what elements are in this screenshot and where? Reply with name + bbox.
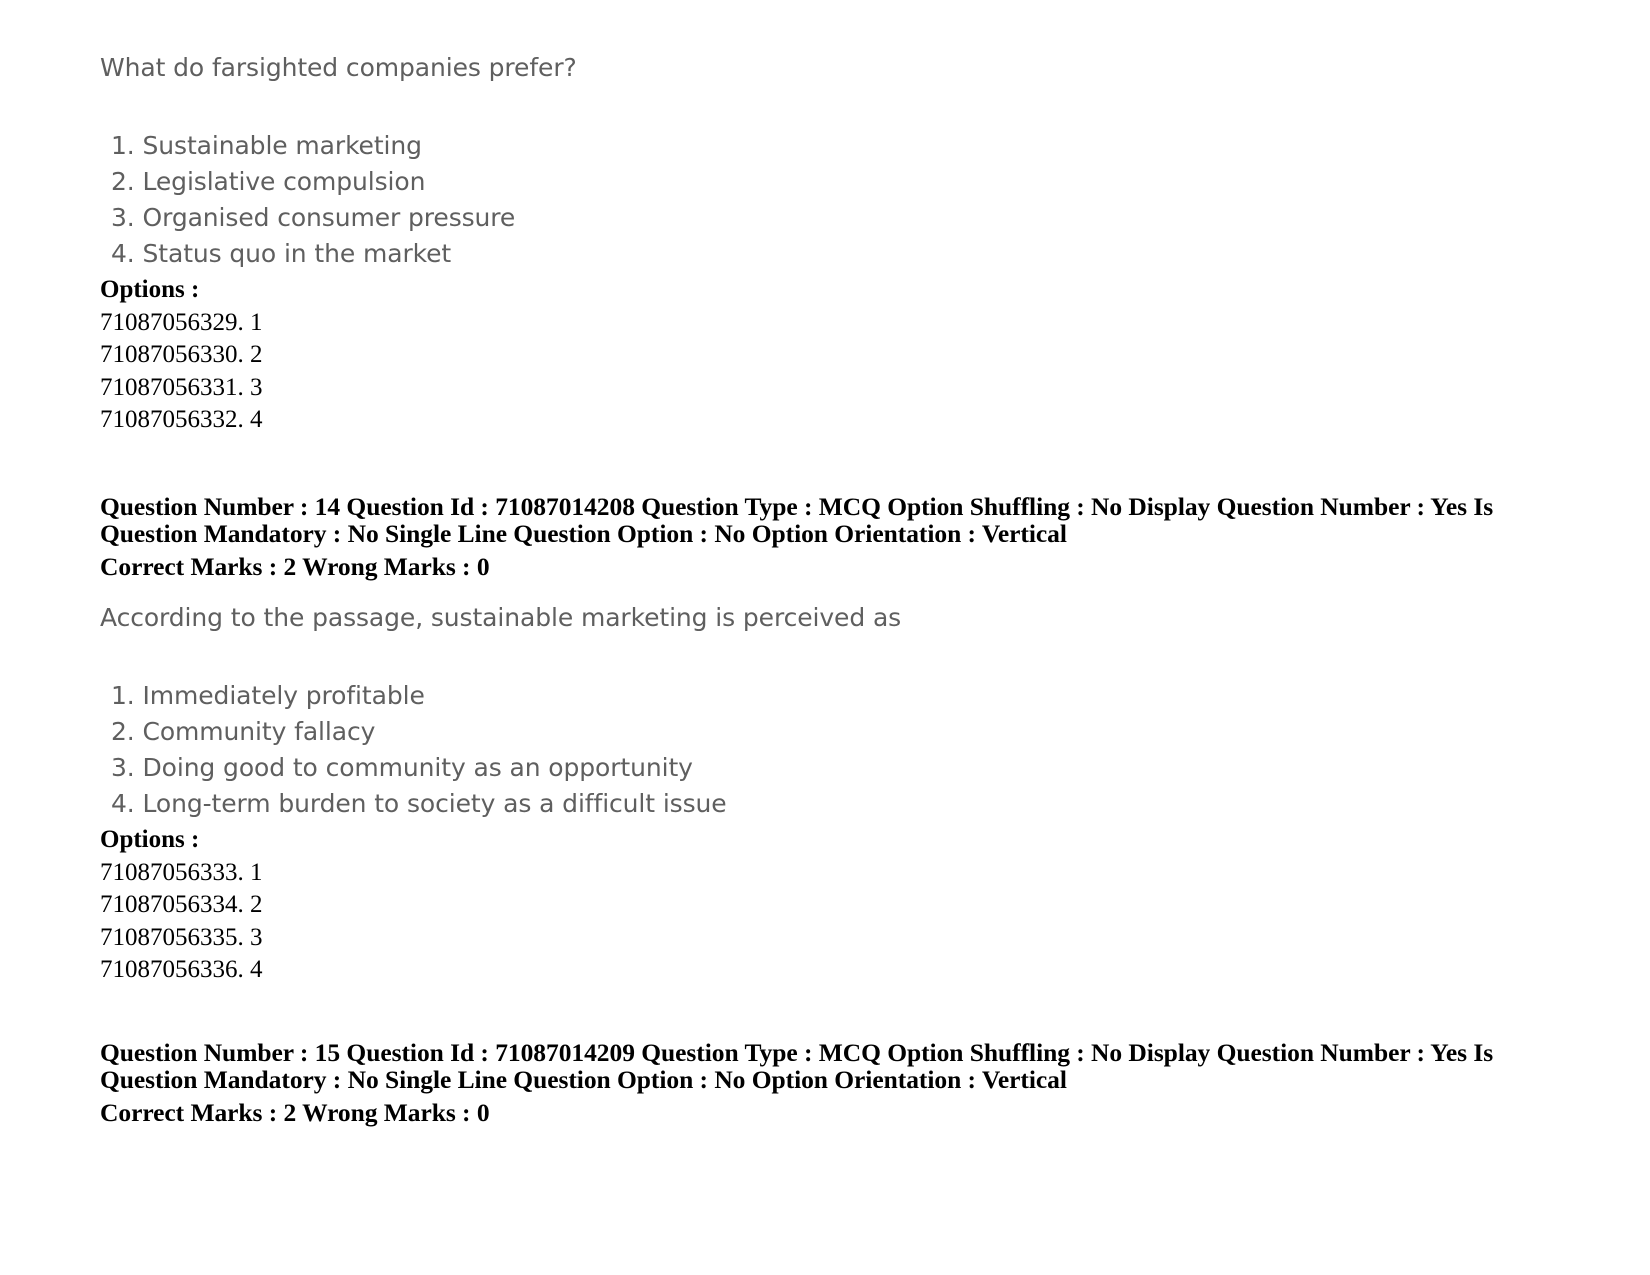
option-id-item: 71087056329. 1 xyxy=(100,308,263,336)
choice-item: 2. Community fallacy xyxy=(111,717,376,747)
choice-item: 1. Sustainable marketing xyxy=(111,131,422,160)
question-stem: According to the passage, sustainable ma… xyxy=(100,603,902,633)
option-id-item: 71087056336. 4 xyxy=(100,956,263,984)
question-metadata-line: Question Number : 14 Question Id : 71087… xyxy=(100,491,1494,549)
option-id-list: 71087056333. 1 71087056334. 2 7108705633… xyxy=(100,857,1550,987)
exam-question-paper-page: What do farsighted companies prefer? 1. … xyxy=(0,0,1650,1275)
question-choice-list: 1. Immediately profitable 2. Community f… xyxy=(100,678,1550,822)
question-choice-list: 1. Sustainable marketing 2. Legislative … xyxy=(100,128,1550,272)
options-label: Options : xyxy=(100,276,200,303)
choice-item: 3. Doing good to community as an opportu… xyxy=(111,753,693,783)
question-stem: What do farsighted companies prefer? xyxy=(100,53,577,82)
option-id-item: 71087056332. 4 xyxy=(100,406,263,433)
choice-item: 4. Status quo in the market xyxy=(111,239,452,268)
question-block-1: What do farsighted companies prefer? 1. … xyxy=(100,52,1550,437)
choice-item: 4. Long-term burden to society as a diff… xyxy=(111,789,727,819)
options-label: Options : xyxy=(100,826,200,854)
option-id-item: 71087056330. 2 xyxy=(100,341,263,368)
question-marks-line: Correct Marks : 2 Wrong Marks : 0 xyxy=(100,1097,490,1127)
option-id-item: 71087056335. 3 xyxy=(100,923,263,951)
question-marks-line: Correct Marks : 2 Wrong Marks : 0 xyxy=(100,551,490,581)
question-metadata-block: Question Number : 15 Question Id : 71087… xyxy=(100,1037,1550,1127)
question-metadata-line: Question Number : 15 Question Id : 71087… xyxy=(100,1037,1494,1095)
question-block-2: According to the passage, sustainable ma… xyxy=(100,602,1550,987)
option-id-item: 71087056334. 2 xyxy=(100,891,263,919)
option-id-item: 71087056331. 3 xyxy=(100,373,263,401)
option-id-item: 71087056333. 1 xyxy=(100,858,263,886)
choice-item: 2. Legislative compulsion xyxy=(111,167,426,196)
choice-item: 3. Organised consumer pressure xyxy=(111,203,516,232)
choice-item: 1. Immediately profitable xyxy=(111,681,425,711)
option-id-list: 71087056329. 1 71087056330. 2 7108705633… xyxy=(100,307,1550,437)
question-metadata-block: Question Number : 14 Question Id : 71087… xyxy=(100,491,1550,581)
